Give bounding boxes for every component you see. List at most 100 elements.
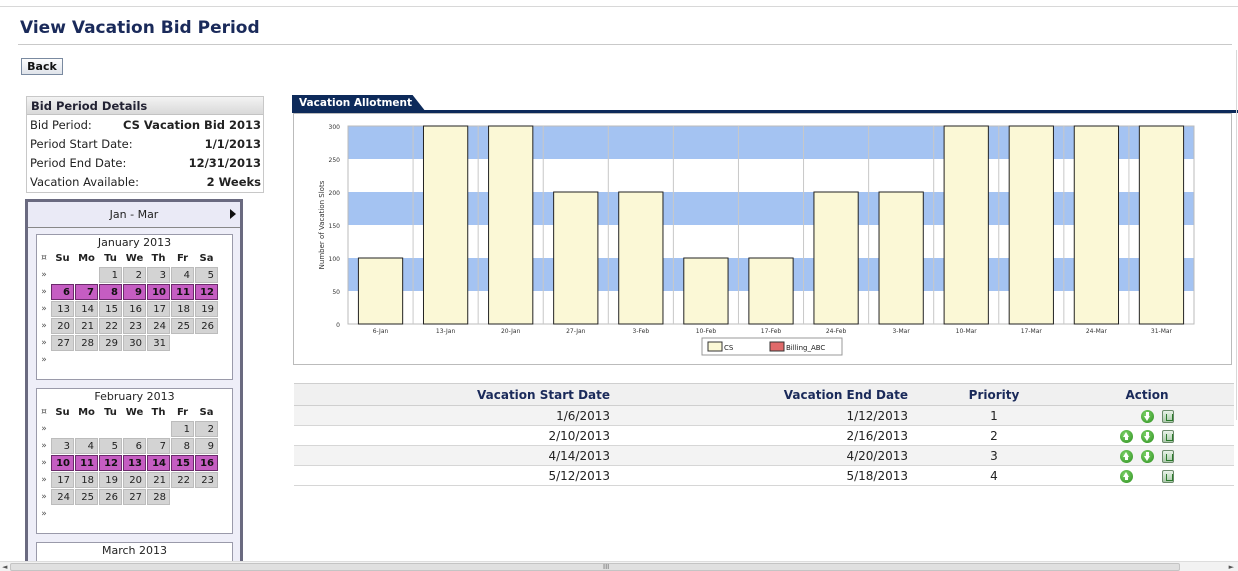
up-icon[interactable] <box>1120 429 1133 443</box>
selected-day-cell[interactable]: 12 <box>195 284 218 300</box>
day-cell[interactable]: 3 <box>147 267 170 283</box>
cell-priority: 3 <box>910 445 1060 466</box>
selected-day-cell[interactable]: 12 <box>99 455 122 471</box>
header-start-date[interactable]: Vacation Start Date <box>294 383 612 406</box>
selected-day-cell[interactable]: 6 <box>51 284 74 300</box>
bar-17-Mar <box>1008 125 1054 325</box>
day-cell[interactable]: 28 <box>75 335 98 351</box>
selected-day-cell[interactable]: 11 <box>171 284 194 300</box>
down-icon[interactable] <box>1141 449 1154 463</box>
select-week-icon[interactable]: » <box>38 352 50 368</box>
day-cell[interactable]: 31 <box>147 335 170 351</box>
day-cell[interactable]: 21 <box>75 318 98 334</box>
day-cell[interactable]: 24 <box>51 489 74 505</box>
day-cell[interactable]: 23 <box>123 318 146 334</box>
day-cell[interactable]: 17 <box>147 301 170 317</box>
back-button[interactable]: Back <box>21 58 63 75</box>
day-cell[interactable]: 15 <box>99 301 122 317</box>
day-cell[interactable]: 20 <box>123 472 146 488</box>
day-cell[interactable]: 26 <box>99 489 122 505</box>
day-cell[interactable]: 9 <box>195 438 218 454</box>
day-cell[interactable]: 17 <box>51 472 74 488</box>
day-cell[interactable]: 29 <box>99 335 122 351</box>
detail-row-vacation-available: Vacation Available: 2 Weeks <box>27 172 263 191</box>
selected-day-cell[interactable]: 16 <box>195 455 218 471</box>
day-cell[interactable]: 23 <box>195 472 218 488</box>
trash-icon[interactable] <box>1162 449 1174 463</box>
select-week-icon[interactable]: » <box>38 472 50 488</box>
selected-day-cell[interactable]: 11 <box>75 455 98 471</box>
up-icon[interactable] <box>1120 469 1133 483</box>
day-cell[interactable]: 24 <box>147 318 170 334</box>
day-cell[interactable]: 2 <box>123 267 146 283</box>
select-week-icon[interactable]: » <box>38 284 50 300</box>
selected-day-cell[interactable]: 9 <box>123 284 146 300</box>
day-cell[interactable]: 25 <box>171 318 194 334</box>
day-cell[interactable]: 28 <box>147 489 170 505</box>
day-cell[interactable]: 20 <box>51 318 74 334</box>
day-cell[interactable]: 8 <box>171 438 194 454</box>
trash-icon[interactable] <box>1162 409 1174 423</box>
day-cell[interactable]: 27 <box>123 489 146 505</box>
scroll-left-icon[interactable]: ◄ <box>2 563 7 571</box>
day-cell[interactable]: 7 <box>147 438 170 454</box>
header-end-date[interactable]: Vacation End Date <box>612 383 910 406</box>
up-icon[interactable] <box>1120 449 1133 463</box>
select-week-icon[interactable]: » <box>38 489 50 505</box>
selected-day-cell[interactable]: 14 <box>147 455 170 471</box>
scrollbar-thumb[interactable]: III <box>10 563 1180 571</box>
day-cell[interactable]: 27 <box>51 335 74 351</box>
day-cell[interactable]: 25 <box>75 489 98 505</box>
day-cell[interactable]: 5 <box>195 267 218 283</box>
horizontal-scrollbar[interactable]: ◄ III ► <box>0 561 1238 571</box>
down-icon[interactable] <box>1141 429 1154 443</box>
page-title: View Vacation Bid Period <box>20 18 260 38</box>
day-cell[interactable]: 18 <box>171 301 194 317</box>
down-icon[interactable] <box>1141 409 1154 423</box>
selected-day-cell[interactable]: 8 <box>99 284 122 300</box>
select-week-icon[interactable]: » <box>38 421 50 437</box>
select-week-icon[interactable]: » <box>38 318 50 334</box>
next-arrow-icon[interactable] <box>230 209 236 219</box>
day-cell[interactable]: 18 <box>75 472 98 488</box>
day-cell[interactable]: 6 <box>123 438 146 454</box>
day-cell[interactable]: 4 <box>75 438 98 454</box>
header-priority[interactable]: Priority <box>910 383 1060 406</box>
vacation-table-container: Vacation Start Date Vacation End Date Pr… <box>294 383 1234 486</box>
trash-icon[interactable] <box>1162 429 1174 443</box>
day-cell[interactable]: 26 <box>195 318 218 334</box>
day-cell[interactable]: 19 <box>99 472 122 488</box>
day-cell[interactable]: 2 <box>195 421 218 437</box>
trash-icon[interactable] <box>1162 469 1174 483</box>
day-cell[interactable]: 1 <box>171 421 194 437</box>
day-cell[interactable]: 19 <box>195 301 218 317</box>
day-cell[interactable]: 22 <box>99 318 122 334</box>
day-cell[interactable]: 4 <box>171 267 194 283</box>
day-cell[interactable]: 5 <box>99 438 122 454</box>
day-cell[interactable]: 14 <box>75 301 98 317</box>
selected-day-cell[interactable]: 13 <box>123 455 146 471</box>
day-cell[interactable]: 30 <box>123 335 146 351</box>
select-week-icon[interactable]: » <box>38 335 50 351</box>
day-cell[interactable]: 13 <box>51 301 74 317</box>
scroll-right-icon[interactable]: ► <box>1229 563 1234 571</box>
day-cell[interactable]: 3 <box>51 438 74 454</box>
x-tick-label: 6-Jan <box>373 328 389 335</box>
calendar-corner-icon[interactable]: ¤ <box>38 404 50 420</box>
calendar-corner-icon[interactable]: ¤ <box>38 250 50 266</box>
day-cell[interactable]: 16 <box>123 301 146 317</box>
select-week-icon[interactable]: » <box>38 267 50 283</box>
select-week-icon[interactable]: » <box>38 506 50 522</box>
day-cell[interactable]: 22 <box>171 472 194 488</box>
select-week-icon[interactable]: » <box>38 301 50 317</box>
select-week-icon[interactable]: » <box>38 455 50 471</box>
selected-day-cell[interactable]: 7 <box>75 284 98 300</box>
selected-day-cell[interactable]: 15 <box>171 455 194 471</box>
day-cell[interactable]: 21 <box>147 472 170 488</box>
day-cell[interactable]: 1 <box>99 267 122 283</box>
select-week-icon[interactable]: » <box>38 438 50 454</box>
selected-day-cell[interactable]: 10 <box>51 455 74 471</box>
weekday-header: Th <box>151 252 166 264</box>
selected-day-cell[interactable]: 10 <box>147 284 170 300</box>
month-february: February 2013 ¤ Su Mo Tu We Th Fr Sa» 1 2» 3 4 5 6 7 8 9… <box>36 388 233 534</box>
